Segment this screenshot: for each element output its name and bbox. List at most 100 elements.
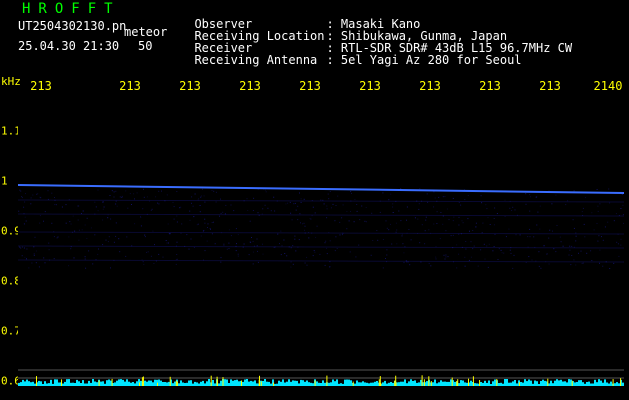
noise-speck: [19, 246, 21, 248]
noise-speck: [467, 195, 469, 196]
noise-speck: [403, 252, 405, 254]
noise-speck: [192, 205, 194, 207]
spectrum-bar: [104, 383, 106, 386]
spectrum-peak: [314, 380, 316, 386]
carrier-line: [18, 184, 624, 194]
noise-speck: [385, 220, 387, 222]
spectrum-bar: [310, 382, 312, 386]
spectrum-bar: [120, 379, 122, 386]
spectrum-bar: [118, 379, 120, 386]
spectrum-bar: [270, 383, 272, 386]
noise-speck: [617, 243, 619, 245]
noise-speck: [444, 258, 446, 260]
noise-speck: [211, 233, 213, 235]
spectrum-bar: [508, 382, 510, 386]
noise-speck: [125, 255, 127, 257]
noise-speck: [143, 188, 144, 190]
noise-speck: [555, 251, 557, 253]
noise-speck: [134, 198, 135, 200]
noise-speck: [581, 262, 583, 264]
noise-speck: [406, 206, 408, 208]
noise-speck: [442, 223, 444, 225]
spectrum-bar: [448, 381, 450, 386]
spectrum-bar: [622, 382, 624, 386]
noise-speck: [308, 237, 310, 239]
noise-speck: [21, 196, 23, 197]
noise-speck: [497, 259, 499, 260]
spectrum-bar: [392, 382, 394, 386]
noise-speck: [480, 195, 482, 197]
noise-speck: [115, 200, 117, 202]
noise-speck: [134, 223, 136, 225]
spectrum-bar: [246, 379, 248, 386]
noise-speck: [424, 230, 426, 232]
noise-speck: [578, 252, 579, 254]
noise-speck: [155, 196, 157, 198]
noise-speck: [201, 195, 203, 197]
noise-speck: [150, 209, 152, 211]
noise-speck: [300, 198, 302, 200]
spectrum-peak: [98, 380, 100, 386]
noise-speck: [565, 204, 567, 206]
noise-speck: [153, 263, 155, 264]
noise-speck: [295, 209, 297, 211]
noise-speck: [436, 223, 438, 224]
noise-speck: [425, 216, 427, 218]
spectrum-bar: [322, 380, 324, 386]
noise-speck: [464, 199, 466, 201]
spectrum-bar: [400, 381, 402, 386]
spectrum-bar: [26, 379, 28, 386]
spectrum-bar: [38, 380, 40, 386]
spectrum-bar: [346, 379, 348, 386]
spectrum-bar: [442, 381, 444, 386]
spectrum-bar: [604, 379, 606, 386]
noise-speck: [446, 208, 448, 210]
noise-speck: [448, 219, 450, 221]
spectrum-bar: [426, 381, 428, 386]
x-tick: 213: [30, 79, 52, 93]
spectrum-bar: [306, 380, 308, 386]
noise-speck: [419, 188, 421, 190]
spectrum-bar: [148, 380, 150, 386]
noise-speck: [199, 205, 201, 206]
spectrum-bar: [126, 379, 128, 386]
spectrum-bar: [618, 383, 620, 386]
spectrum-bar: [30, 382, 32, 386]
spectrum-bar: [568, 379, 570, 386]
spectrum-bar: [610, 381, 612, 386]
spectrum-bar: [134, 383, 136, 386]
spectrum-bar: [164, 382, 166, 386]
noise-speck: [181, 223, 183, 225]
noise-speck: [299, 192, 300, 194]
noise-speck: [533, 236, 535, 238]
noise-speck: [151, 208, 153, 210]
noise-speck: [613, 262, 615, 264]
spectrum-peak: [259, 375, 260, 386]
noise-speck: [543, 245, 545, 247]
noise-speck: [290, 261, 292, 263]
spectrum-bar: [56, 379, 58, 386]
spectrum-bar: [382, 382, 384, 386]
noise-speck: [435, 258, 437, 260]
noise-speck: [364, 220, 366, 222]
spectrum-bar: [62, 383, 64, 386]
noise-speck: [48, 242, 50, 244]
noise-speck: [494, 207, 496, 209]
spectrum-bar: [226, 379, 228, 386]
noise-speck: [277, 233, 279, 235]
spectrum-bar: [342, 383, 344, 386]
noise-speck: [154, 244, 155, 246]
noise-speck: [197, 223, 199, 225]
noise-speck: [549, 229, 551, 231]
spectrum-bar: [144, 380, 146, 386]
spectrum-peak: [141, 377, 143, 386]
noise-speck: [591, 260, 593, 261]
spectrum-bar: [602, 382, 604, 386]
noise-speck: [584, 236, 586, 238]
spectrum-bar: [244, 379, 246, 386]
x-tick: 213: [539, 79, 561, 93]
spectrum-bar: [206, 381, 208, 386]
noise-speck: [465, 248, 467, 250]
noise-speck: [580, 250, 582, 252]
spectrum-bar: [404, 379, 406, 386]
